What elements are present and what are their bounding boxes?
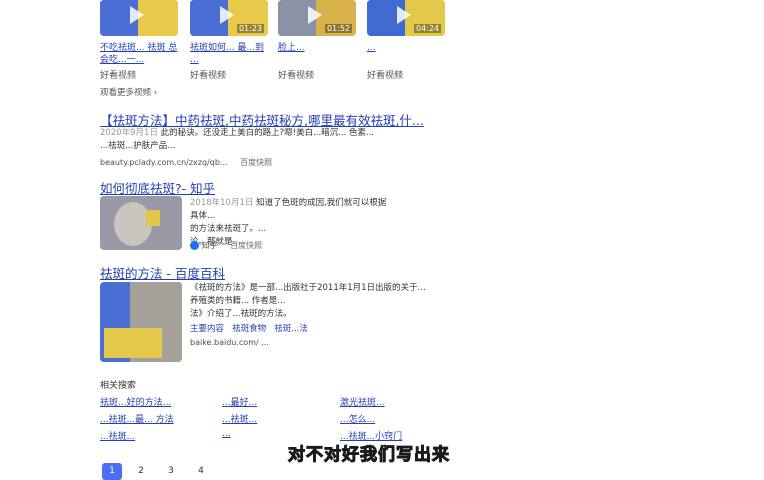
result-url-3[interactable]: baike.baidu.com/ ... [190, 338, 269, 347]
play-icon [397, 6, 411, 24]
video-source-4: 好看视频 [367, 71, 404, 81]
snippet-line: 养殖类的书籍... 作者是... [190, 296, 286, 306]
video-duration: 01:23 [236, 24, 264, 33]
related-item[interactable]: ... [222, 429, 231, 439]
page-2[interactable]: 2 [131, 463, 151, 480]
result-image-3[interactable] [100, 282, 182, 362]
video-thumb-1[interactable] [100, 0, 178, 36]
play-icon [308, 6, 322, 24]
cache-link[interactable]: 百度快照 [230, 241, 262, 250]
video-title-1[interactable]: 不吃祛斑... 祛斑 总会吃...一... [100, 42, 182, 66]
related-item[interactable]: 祛斑...好的方法... [100, 395, 171, 408]
video-source-2: 好看视频 [190, 71, 227, 81]
result-date: 2020年9月1日 [100, 128, 158, 138]
video-caption: 对不对好我们写出来 [288, 445, 450, 466]
result-title-3[interactable]: 祛斑的方法 - 百度百科 [100, 263, 225, 282]
video-duration: 04:24 [413, 24, 441, 33]
related-item[interactable]: ...祛斑...最... 方法 [100, 412, 174, 425]
snippet-line: 的方法来祛斑了。... [190, 224, 267, 234]
video-thumb-3[interactable]: 01:52 [278, 0, 356, 36]
video-title-4[interactable]: ... [367, 42, 449, 54]
snippet-line: 此的秘诀。还没走上美白的路上?嗯!美白...暗沉... 色素... [160, 128, 375, 138]
more-videos-link[interactable]: 观看更多视频 › [100, 86, 157, 98]
related-item[interactable]: ...祛斑... [100, 429, 135, 442]
page-1[interactable]: 1 [102, 463, 122, 480]
related-item[interactable]: 激光祛斑... [340, 395, 385, 408]
related-heading: 相关搜索 [100, 381, 137, 391]
result-snippet-3: 《祛斑的方法》是一部...出版社于2011年1月1日出版的关于... 养殖类的书… [190, 282, 450, 321]
video-duration: 01:52 [324, 24, 352, 33]
video-title-3[interactable]: 脸上... [278, 42, 360, 54]
related-item[interactable]: ...怎么... [340, 412, 375, 425]
snippet-line: 法》介绍了...祛斑的方法。 [190, 309, 292, 319]
zhihu-icon [190, 241, 199, 250]
video-source-1: 好看视频 [100, 71, 137, 81]
video-title-2[interactable]: 祛斑如何... 最...到 ... [190, 42, 272, 66]
video-thumb-2[interactable]: 01:23 [190, 0, 268, 36]
result-sublinks: 主要内容 祛斑食物 祛斑...法 [190, 322, 308, 334]
result-url[interactable]: 知乎 [202, 241, 218, 250]
result-url[interactable]: beauty.pclady.com.cn/zxzq/qb... [100, 158, 228, 167]
cache-link[interactable]: 百度快照 [240, 158, 272, 167]
result-url-1: beauty.pclady.com.cn/zxzq/qb... 百度快照 [100, 157, 272, 168]
result-image-2[interactable] [100, 196, 182, 250]
related-item[interactable]: ...祛斑... [222, 412, 257, 425]
snippet-line: ...祛斑...护肤产品... [100, 141, 176, 151]
result-title-2[interactable]: 如何彻底祛斑?- 知乎 [100, 178, 215, 197]
result-snippet-1: 2020年9月1日 此的秘诀。还没走上美白的路上?嗯!美白...暗沉... 色素… [100, 127, 390, 153]
sublink[interactable]: 主要内容 [190, 324, 224, 334]
page-3[interactable]: 3 [161, 463, 181, 480]
result-date: 2018年10月1日 [190, 198, 254, 208]
related-item[interactable]: ...最好... [222, 395, 257, 408]
sublink[interactable]: 祛斑...法 [274, 324, 308, 334]
result-url-2: 知乎 百度快照 [190, 240, 262, 251]
page-4[interactable]: 4 [191, 463, 211, 480]
sublink[interactable]: 祛斑食物 [232, 324, 266, 334]
snippet-line: 《祛斑的方法》是一部...出版社于2011年1月1日出版的关于... [190, 283, 426, 293]
play-icon [130, 6, 144, 24]
play-icon [220, 6, 234, 24]
video-source-3: 好看视频 [278, 71, 315, 81]
video-thumb-4[interactable]: 04:24 [367, 0, 445, 36]
